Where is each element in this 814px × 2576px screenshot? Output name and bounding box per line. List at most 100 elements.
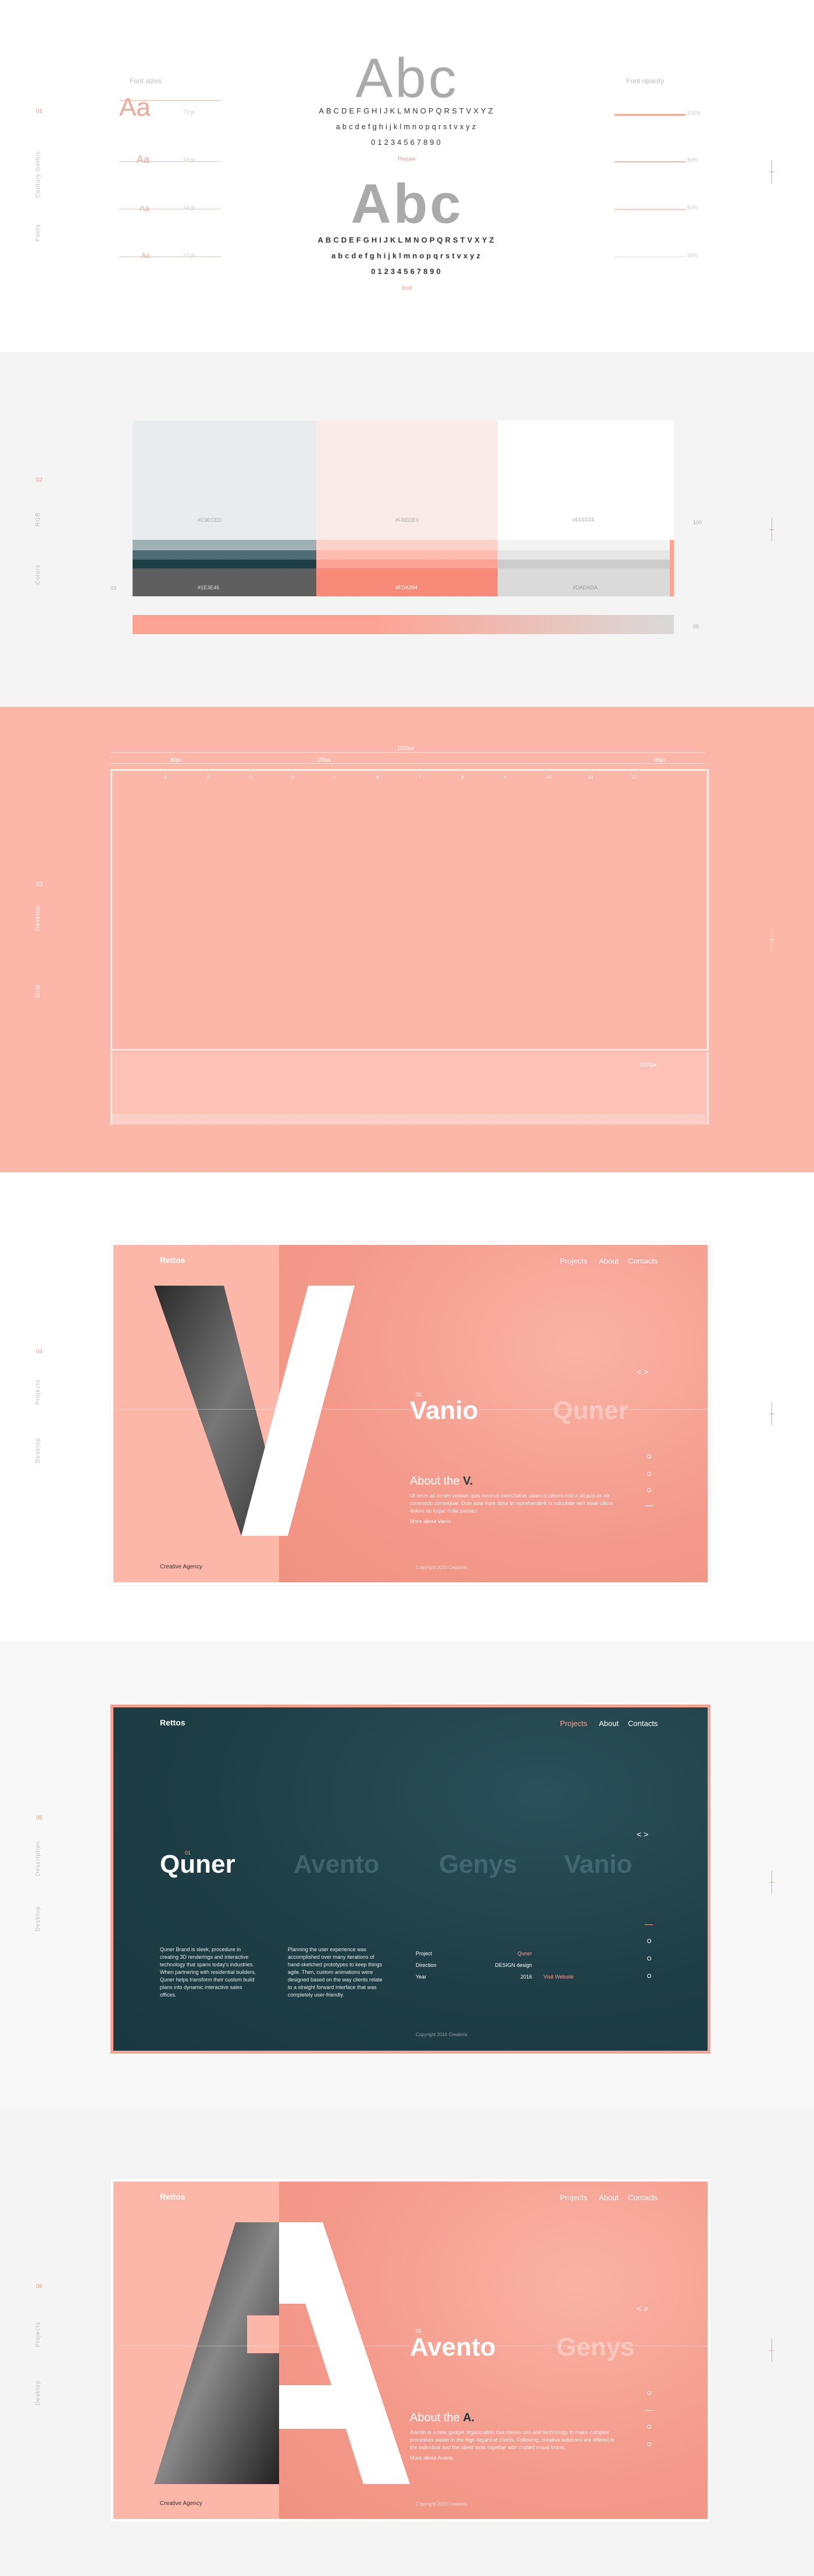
nav-contacts[interactable]: Contacts	[628, 2193, 658, 2202]
section-number: 01	[36, 108, 43, 115]
col-number: 3	[249, 774, 252, 780]
detail-label: Project	[416, 1951, 433, 1956]
about-title-text: About the	[410, 1475, 460, 1488]
description-col-1: Quner Brand is sleek, procedure in creat…	[160, 1947, 256, 1998]
size-sample-1: Aa	[119, 93, 151, 122]
stripe-label-1: #1E3E46	[198, 585, 220, 590]
colors-section: 02 RGB Colors #E9ECED #FBEDE9 #FFFFFF #1…	[0, 352, 814, 707]
font-sizes-label: Font sizes	[130, 77, 162, 85]
stripe	[498, 560, 674, 568]
size-line	[119, 161, 221, 162]
col-number: 4	[291, 774, 294, 780]
detail-label: Direction	[416, 1962, 437, 1968]
size-sample-4: Aa	[141, 251, 150, 259]
stripe	[316, 550, 498, 560]
more-link[interactable]: More about Avento	[410, 2455, 454, 2461]
side-label-colors: Colors	[35, 564, 41, 585]
about-text: Ut enim ad minim veniam quis nostrud exe…	[410, 1493, 613, 1514]
project-title[interactable]: Vanio	[564, 1850, 632, 1879]
active-project-title[interactable]: Avento	[410, 2333, 496, 2362]
next-project-title[interactable]: Quner	[553, 1396, 629, 1425]
nav-about[interactable]: About	[599, 2193, 619, 2202]
size-value-3: 14 pt	[183, 205, 195, 211]
pager-dot[interactable]	[647, 1939, 651, 1943]
right-label: 80px	[654, 757, 666, 763]
next-project-title[interactable]: Genys	[556, 2333, 635, 2362]
active-project-title[interactable]: Vanio	[410, 1396, 478, 1425]
pager-active[interactable]	[645, 2410, 653, 2411]
digits-regular: 01234567890	[371, 138, 443, 147]
section-number: 04	[36, 1349, 43, 1355]
side-label-grid: Grid	[35, 984, 41, 998]
pager-dot[interactable]	[647, 1454, 651, 1458]
brand-logo[interactable]: Rettos	[160, 1718, 185, 1727]
brand-logo[interactable]: Rettos	[160, 2192, 185, 2201]
grid-bottom-strip	[110, 1114, 705, 1125]
nav-projects[interactable]: Projects	[560, 2193, 587, 2202]
side-label-fonts: Fonts	[35, 223, 41, 241]
lower-chars-bold: abcdefghijklmnopqrstvxyz	[331, 251, 483, 260]
side-label-desktop: Desktop	[35, 1906, 41, 1931]
col-number: 12	[631, 774, 636, 780]
stripe-label-3: #DADADA	[573, 585, 598, 590]
project-title[interactable]: Genys	[439, 1850, 517, 1879]
digits-bold: 01234567890	[371, 267, 443, 276]
project-title[interactable]: Avento	[294, 1850, 380, 1879]
pager-dot[interactable]	[647, 2442, 651, 2446]
description-col-2: Planning the user experience was accompl…	[288, 1947, 383, 1998]
pager-dot[interactable]	[647, 1956, 651, 1961]
about-title: About the A.	[410, 2411, 474, 2425]
grid-section: 03 Desktop Grid 1920px 80px 100px 80px 1…	[0, 707, 814, 1803]
more-link[interactable]: More about Vanio	[410, 1518, 451, 1524]
nav-contacts[interactable]: Contacts	[628, 1257, 658, 1265]
swatch-grey	[133, 421, 316, 540]
nav-projects[interactable]: Projects	[560, 1257, 587, 1265]
stripe	[316, 540, 498, 550]
section-number: 06	[36, 2283, 43, 2290]
size-value-4: 12 pt	[183, 252, 195, 258]
size-value-1: 72 pt	[183, 109, 195, 115]
footer-copyright: Copyright 2016 Creatorix	[416, 2502, 467, 2507]
slider-arrows[interactable]: < >	[637, 1830, 648, 1839]
nav-about[interactable]: About	[599, 1719, 619, 1728]
margin-label: 80px	[170, 757, 182, 763]
slider-arrows[interactable]: < >	[637, 1367, 648, 1376]
detail-value: Quner	[517, 1951, 532, 1956]
side-label-rgb: RGB	[35, 512, 41, 526]
col-number: 1	[164, 774, 167, 780]
pager-dot[interactable]	[647, 1974, 651, 1978]
project-vanio-section: 04 Projects Desktop Rettos Projects Abou…	[0, 1172, 814, 1641]
side-label-projects: Projects	[35, 2321, 41, 2347]
about-title-text: About the	[410, 2411, 460, 2424]
detail-row: Year 2016	[416, 1974, 532, 1980]
nav-projects[interactable]: Projects	[560, 1719, 587, 1728]
pager-dot[interactable]	[647, 2425, 651, 2429]
nav-contacts[interactable]: Contacts	[628, 1719, 658, 1728]
brand-logo[interactable]: Rettos	[160, 1255, 185, 1265]
pager-dot[interactable]	[647, 1472, 651, 1476]
side-label-font: Century Gothic	[35, 151, 41, 198]
opacity-value-4: 40%	[687, 252, 698, 258]
swatch-label-2: #FBEDE9	[395, 517, 419, 523]
pager-dot[interactable]	[647, 2391, 651, 2395]
side-marker-tick	[769, 529, 774, 530]
pager-active[interactable]	[645, 1924, 653, 1925]
gradient-bar	[133, 615, 674, 634]
slider-arrows[interactable]: < >	[637, 2304, 648, 2313]
pager-dot[interactable]	[647, 1488, 651, 1492]
upper-chars-bold: ABCDEFGHIJKLMNOPQRSTVXYZ	[317, 236, 497, 244]
col-label: 100px	[317, 757, 331, 763]
side-label-desktop: Desktop	[35, 2380, 41, 2406]
stripe	[133, 550, 316, 560]
opacity-bar-100	[615, 114, 686, 116]
size-sample-3: Aa	[140, 204, 150, 213]
nav-about[interactable]: About	[599, 1257, 619, 1265]
about-text: Avento is a new gadget organization that…	[410, 2429, 615, 2450]
active-project-title[interactable]: Quner	[160, 1850, 235, 1879]
col-number: 11	[588, 774, 594, 780]
stripe	[133, 568, 316, 596]
visit-link[interactable]: Visit Website	[544, 1974, 574, 1980]
section-number: 05	[36, 1815, 43, 1821]
stripe	[316, 568, 498, 596]
size-sample-2: Aa	[137, 154, 150, 165]
